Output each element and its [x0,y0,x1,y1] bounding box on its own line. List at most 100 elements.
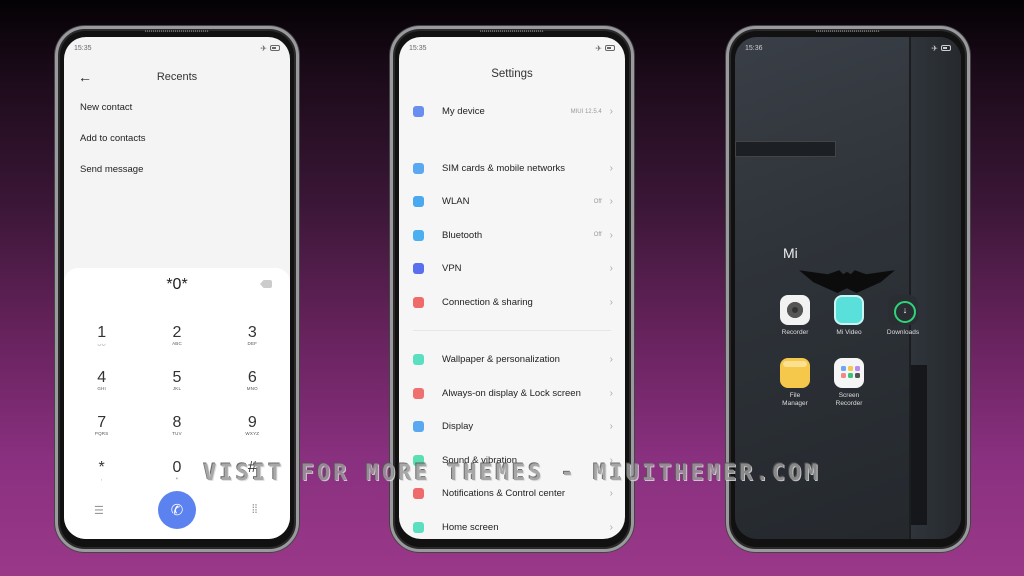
chevron-right-icon: › [609,229,613,241]
settings-item-label: WLAN [442,196,470,208]
key-digit: 7 [97,414,107,431]
menu-item-send-message[interactable]: Send message [80,163,145,194]
settings-item-my-device[interactable]: My device MIUI 12.5.4 › [399,95,625,129]
settings-item-label: Home screen [442,521,499,533]
phone-icon [413,106,424,118]
settings-item-label: VPN [442,263,462,275]
settings-item-vpn[interactable]: VPN › [399,252,625,286]
home-icon [413,521,424,533]
menu-item-new-contact[interactable]: New contact [80,101,145,132]
speaker-grille [480,30,544,32]
settings-item-home-screen[interactable]: Home screen › [399,511,625,540]
dialed-number[interactable]: *0* [64,276,290,294]
key-letters: PQRS [94,431,109,436]
dial-key[interactable]: 2 ABC [139,324,214,358]
folder-title: Mi [783,245,798,261]
dial-key[interactable]: 9 WXYZ [215,414,290,448]
key-letters: JKL [172,386,182,391]
sound-icon [413,454,424,466]
recents-menu: New contact Add to contacts Send message [80,101,145,194]
dial-key[interactable]: # [215,459,290,493]
key-letters: , [100,476,103,481]
settings-item-always-on-display-lock-screen[interactable]: Always-on display & Lock screen › [399,377,625,411]
key-digit: 0 [172,459,182,476]
app-label: File Manager [782,392,808,407]
app-screen-recorder[interactable]: Screen Recorder [821,358,877,408]
battery-icon [941,45,951,51]
key-digit: 3 [247,324,257,341]
chevron-right-icon: › [609,421,613,433]
settings-item-label: My device [442,106,485,118]
settings-item-label: Wallpaper & personalization [442,354,560,366]
key-digit: 6 [247,369,257,386]
wallpaper-icon [413,354,424,366]
settings-item-wlan[interactable]: WLAN Off › [399,185,625,219]
dial-key[interactable]: 6 MNO [215,369,290,403]
menu-icon[interactable]: ☰ [94,504,104,517]
settings-item-label: Sound & vibration [442,454,517,466]
app-label: Screen Recorder [835,392,863,407]
speaker-grille [816,30,880,32]
mi-video-icon [834,295,864,325]
settings-item-bluetooth[interactable]: Bluetooth Off › [399,219,625,253]
dial-key[interactable]: *, [64,459,139,493]
status-time: 15:35 [74,44,92,52]
key-letters: ABC [172,341,182,346]
settings-item-label: Display [442,421,474,433]
display-icon [413,421,424,433]
phone-dialer: 15:35 ✈ ← Recents New contact Add to con… [55,26,299,552]
settings-item-sim-cards-mobile-networks[interactable]: SIM cards & mobile networks › [399,152,625,186]
status-bar: 15:35 ✈ [409,41,615,55]
settings-item-display[interactable]: Display › [399,410,625,444]
status-time: 15:36 [745,44,763,52]
dial-key[interactable]: 3 DEF [215,324,290,358]
key-digit: 9 [247,414,257,431]
screen-recorder-icon [834,358,864,388]
lock-icon [413,387,424,399]
settings-screen: 15:35 ✈ Settings My device MIUI 12.5.4 › SI… [399,37,625,539]
key-digit: 5 [172,369,182,386]
dial-key[interactable]: 8 TUV [139,414,214,448]
settings-item-label: Notifications & Control center [442,488,566,500]
bluetooth-icon [413,229,424,241]
settings-item-notifications-control-center[interactable]: Notifications & Control center › [399,477,625,511]
settings-item-sound-vibration[interactable]: Sound & vibration › [399,444,625,478]
settings-item-value: Off [593,198,602,205]
dialpad: *0* 1 ◡◡ 2 ABC 3 DEF 4 GHI 5 JKL 6 MNO 7 PQRS 8 TUV 9 WXY… [64,268,290,539]
app-recorder[interactable]: Recorder [767,295,823,337]
dial-key[interactable]: 7 PQRS [64,414,139,448]
menu-item-add-to-contacts[interactable]: Add to contacts [80,132,145,163]
app-mi-video[interactable]: Mi Video [821,295,877,337]
chevron-right-icon: › [609,196,613,208]
app-downloads[interactable]: Downloads [875,295,931,337]
vpn-icon [413,263,424,275]
key-digit: 1 [97,324,107,341]
chevron-right-icon: › [609,296,613,308]
dial-key[interactable]: 5 JKL [139,369,214,403]
recorder-icon [780,295,810,325]
chevron-right-icon: › [609,387,613,399]
sim-icon [413,162,424,174]
key-letters: GHI [97,386,106,391]
settings-item-value: Off [593,232,602,239]
settings-item-label: Connection & sharing [442,296,533,308]
dial-key[interactable]: 0 + [139,459,214,493]
chevron-right-icon: › [609,263,613,275]
app-file-manager[interactable]: File Manager [767,358,823,408]
settings-item-connection-sharing[interactable]: Connection & sharing › [399,286,625,320]
connection-icon [413,296,424,308]
key-letters: + [175,476,179,481]
dialer-screen: 15:35 ✈ ← Recents New contact Add to con… [64,37,290,539]
settings-item-wallpaper-personalization[interactable]: Wallpaper & personalization › [399,343,625,377]
battery-icon [605,45,615,51]
key-letters: DEF [247,341,258,346]
key-letters: MNO [246,386,258,391]
call-button[interactable]: ✆ [158,491,196,529]
chevron-right-icon: › [609,521,613,533]
airplane-icon: ✈ [595,43,602,53]
airplane-icon: ✈ [931,43,938,53]
dial-key[interactable]: 1 ◡◡ [64,324,139,358]
dial-key[interactable]: 4 GHI [64,369,139,403]
keypad-icon[interactable]: ⣿ [251,503,258,514]
downloads-icon [888,295,918,325]
